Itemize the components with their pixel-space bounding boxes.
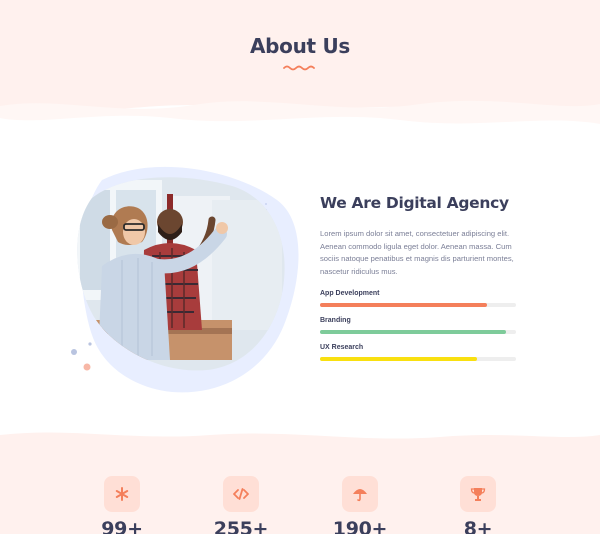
skill-label: App Development — [320, 290, 380, 297]
skill-app-development: App Development — [320, 290, 520, 307]
about-image-blob — [62, 160, 312, 400]
umbrella-icon — [342, 476, 378, 512]
skill-track — [320, 303, 516, 307]
section-title: About Us — [249, 34, 351, 58]
skill-track — [320, 330, 516, 334]
about-content: We Are Digital Agency Lorem ipsum dolor … — [320, 194, 520, 361]
skill-fill — [320, 303, 487, 307]
stat-value: 190+ — [332, 518, 388, 534]
stat-value: 8+ — [463, 518, 493, 534]
about-paragraph: Lorem ipsum dolor sit amet, consectetuer… — [320, 229, 514, 276]
stat-item: 190+ — [320, 476, 400, 534]
about-heading: We Are Digital Agency — [320, 194, 509, 212]
skill-fill — [320, 357, 477, 361]
skill-fill — [320, 330, 507, 334]
skill-branding: Branding — [320, 317, 520, 334]
stat-value: 255+ — [213, 518, 269, 534]
stats-row: 99+ 255+ 190+ 8+ — [0, 476, 600, 534]
title-underline-squiggle — [283, 65, 315, 71]
stat-item: 255+ — [201, 476, 281, 534]
stat-item: 8+ — [438, 476, 518, 534]
stat-item: 99+ — [82, 476, 162, 534]
asterisk-icon — [104, 476, 140, 512]
skill-label: Branding — [320, 317, 351, 324]
code-icon — [223, 476, 259, 512]
skill-ux-research: UX Research — [320, 344, 520, 361]
skill-track — [320, 357, 516, 361]
skill-label: UX Research — [320, 344, 364, 351]
stat-value: 99+ — [101, 518, 143, 534]
trophy-icon — [460, 476, 496, 512]
